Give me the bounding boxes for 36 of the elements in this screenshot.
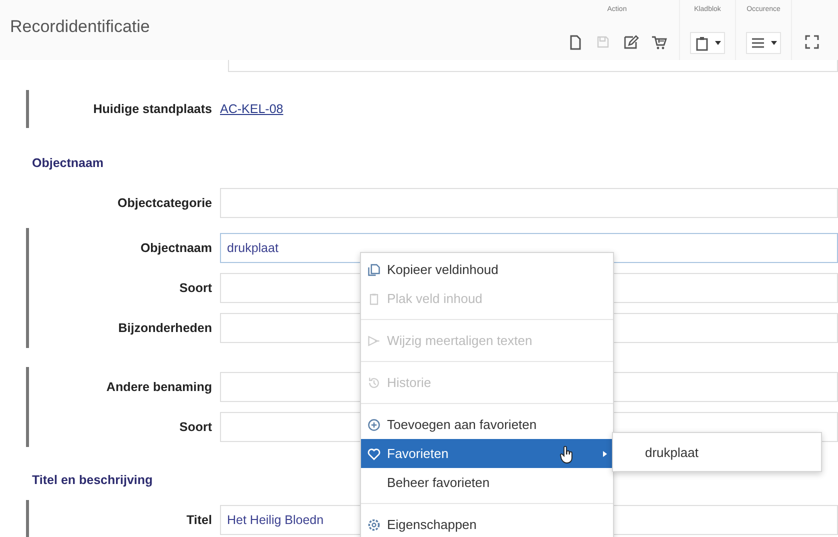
history-icon	[367, 376, 381, 390]
field-label: Bijzonderheden	[117, 321, 213, 335]
section-heading: Objectnaam	[32, 155, 104, 172]
location-link[interactable]: AC-KEL-08	[220, 102, 284, 116]
translate-icon	[367, 334, 381, 348]
text-field[interactable]	[220, 188, 838, 218]
save-icon	[595, 34, 611, 50]
field-label: Soort	[178, 420, 213, 434]
field-label: Objectnaam	[139, 241, 213, 255]
caret-icon	[771, 41, 777, 45]
add-icon	[367, 418, 381, 432]
cart-icon	[651, 34, 667, 50]
menu-item[interactable]: Beheer favorieten	[361, 468, 613, 497]
heart-icon	[367, 446, 381, 460]
field-label: Titel	[186, 513, 213, 527]
clipboard-button[interactable]	[690, 32, 725, 54]
field-label: Andere benaming	[105, 380, 213, 394]
section-heading: Titel en beschrijving	[32, 472, 153, 489]
fullscreen-icon	[804, 34, 820, 50]
edit-icon	[623, 34, 639, 50]
list-button[interactable]	[746, 32, 781, 54]
window-title: Recordidentificatie	[10, 17, 150, 37]
text-field[interactable]	[228, 60, 838, 72]
menu-item[interactable]: Eigenschappen	[361, 510, 613, 537]
menu-item[interactable]: drukplaat	[645, 444, 698, 460]
field-label: Soort	[178, 281, 213, 295]
gear-icon	[367, 518, 381, 532]
field-label: Huidige standplaats	[92, 102, 213, 116]
menu-item[interactable]: Toevoegen aan favorieten	[361, 410, 613, 439]
paste-icon	[367, 292, 381, 306]
hand-cursor-icon	[560, 446, 574, 464]
menu-item[interactable]: Favorieten	[361, 439, 613, 468]
copy-icon	[367, 262, 381, 276]
clipboard-icon	[694, 35, 710, 51]
field-label: Objectcategorie	[116, 196, 213, 210]
caret-icon	[715, 41, 721, 45]
